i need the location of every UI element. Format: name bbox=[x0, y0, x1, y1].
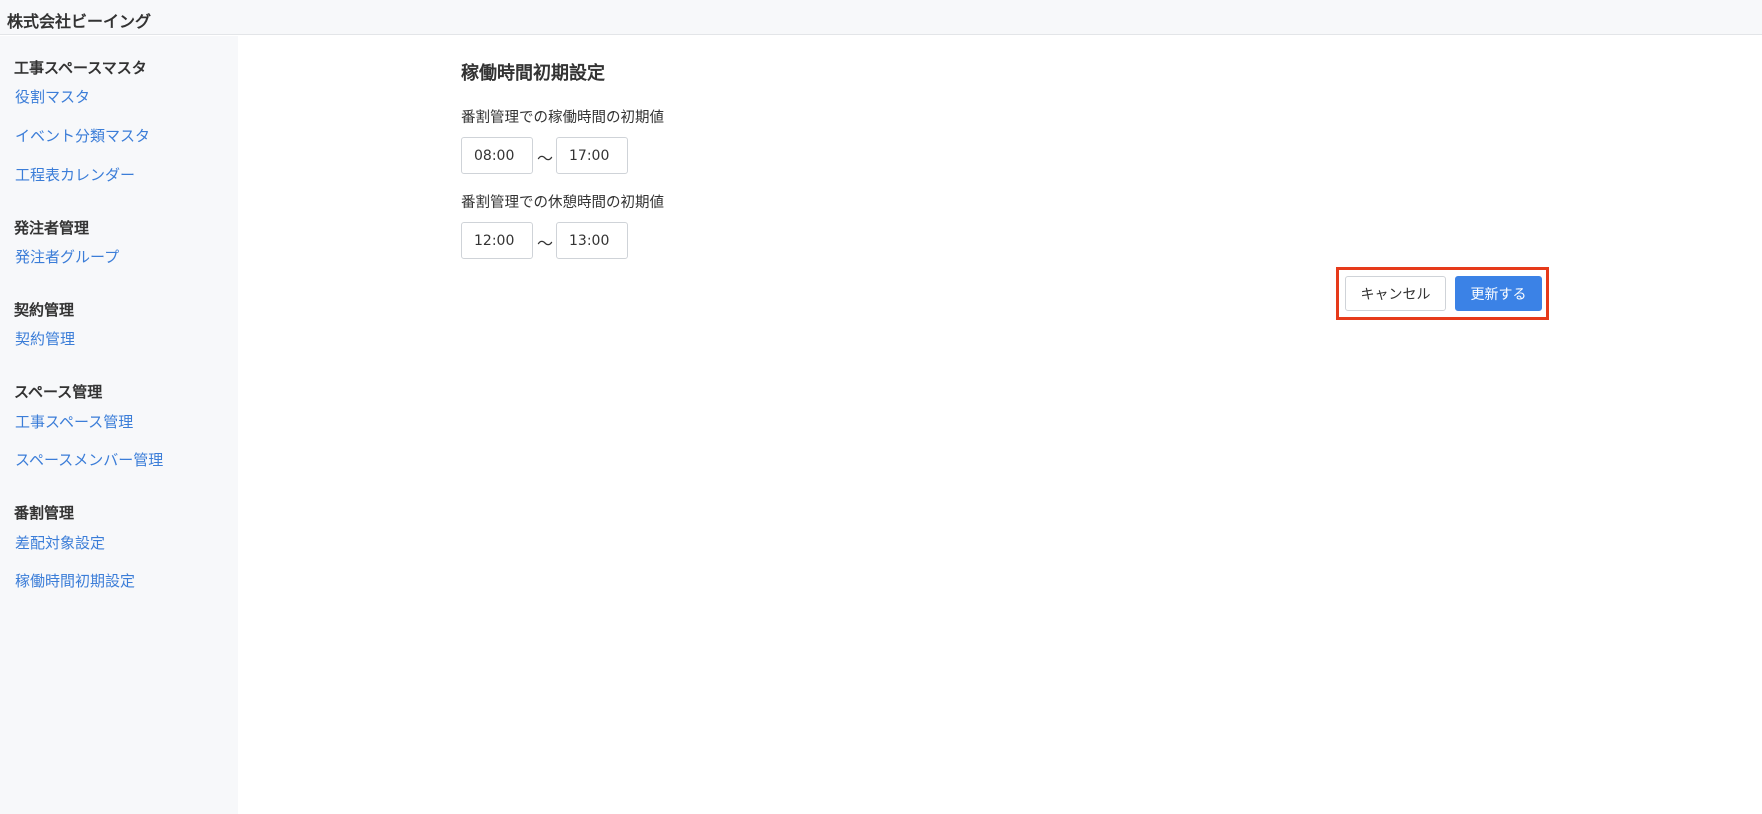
sidebar-item-client-group[interactable]: 発注者グループ bbox=[15, 246, 119, 267]
sidebar-heading-construction-space-master: 工事スペースマスタ bbox=[14, 59, 147, 77]
sidebar-item-event-category-master[interactable]: イベント分類マスタ bbox=[15, 125, 150, 146]
main-content: 稼働時間初期設定 番割管理での稼働時間の初期値 〜 番割管理での休憩時間の初期値… bbox=[238, 36, 1762, 814]
sidebar-item-working-hours-default-settings[interactable]: 稼働時間初期設定 bbox=[15, 570, 135, 591]
working-hours-start-input[interactable] bbox=[461, 137, 533, 174]
sidebar-heading-client-management: 発注者管理 bbox=[14, 219, 90, 237]
working-hours-label: 番割管理での稼働時間の初期値 bbox=[461, 110, 664, 126]
sidebar-item-contract-management[interactable]: 契約管理 bbox=[15, 328, 75, 349]
sidebar-heading-space-management: スペース管理 bbox=[14, 383, 103, 401]
page-title: 稼働時間初期設定 bbox=[461, 63, 605, 84]
working-hours-end-input[interactable] bbox=[556, 137, 628, 174]
top-header: 株式会社ビーイング bbox=[0, 0, 1762, 35]
sidebar-item-schedule-calendar[interactable]: 工程表カレンダー bbox=[15, 164, 135, 185]
update-button[interactable]: 更新する bbox=[1455, 276, 1542, 311]
action-buttons-highlight: キャンセル 更新する bbox=[1336, 267, 1549, 320]
working-hours-separator: 〜 bbox=[537, 149, 554, 168]
break-hours-end-input[interactable] bbox=[556, 222, 628, 259]
sidebar-heading-shift-management: 番割管理 bbox=[14, 504, 75, 522]
sidebar-item-space-member-management[interactable]: スペースメンバー管理 bbox=[15, 449, 163, 470]
break-hours-separator: 〜 bbox=[537, 234, 554, 253]
cancel-button[interactable]: キャンセル bbox=[1345, 276, 1446, 311]
company-name: 株式会社ビーイング bbox=[7, 12, 152, 31]
sidebar-item-construction-space-management[interactable]: 工事スペース管理 bbox=[15, 411, 133, 432]
break-hours-label: 番割管理での休憩時間の初期値 bbox=[461, 195, 664, 211]
break-hours-start-input[interactable] bbox=[461, 222, 533, 259]
sidebar-item-role-master[interactable]: 役割マスタ bbox=[15, 86, 90, 107]
sidebar: 工事スペースマスタ 役割マスタ イベント分類マスタ 工程表カレンダー 発注者管理… bbox=[0, 36, 238, 814]
sidebar-heading-contract-management: 契約管理 bbox=[14, 301, 75, 319]
sidebar-item-assignment-target-settings[interactable]: 差配対象設定 bbox=[15, 532, 105, 553]
